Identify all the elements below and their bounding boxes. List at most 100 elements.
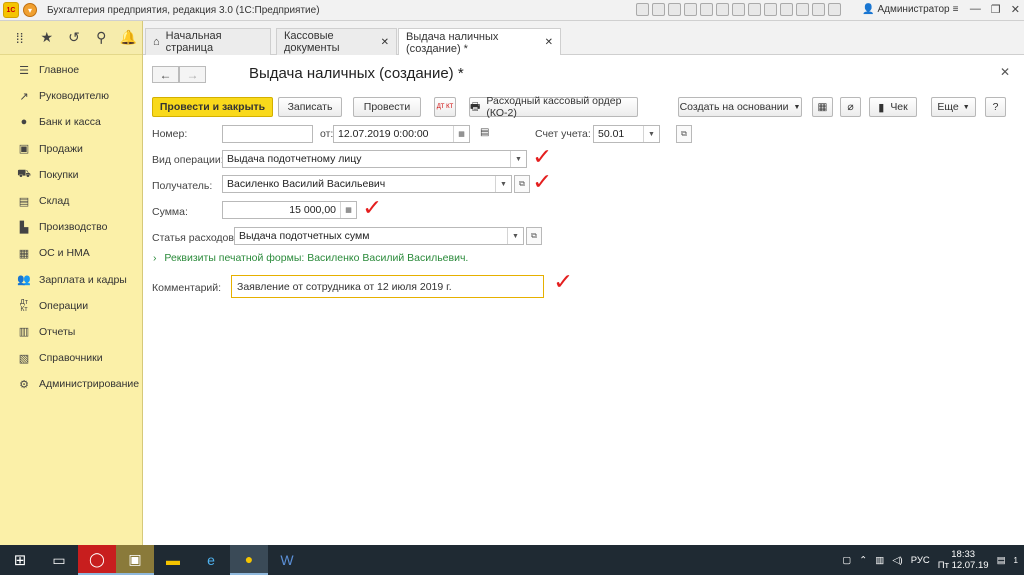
print-details-link[interactable]: › Реквизиты печатной формы: Василенко Ва…	[153, 252, 468, 264]
help-button[interactable]: ?	[985, 97, 1006, 117]
chevron-down-icon[interactable]: ▼	[510, 151, 526, 167]
bell-icon[interactable]: 🔔	[115, 29, 142, 46]
message-icon[interactable]: ▢	[842, 555, 851, 566]
post-and-close-button[interactable]: Провести и закрыть	[152, 97, 273, 117]
tool-icon-9[interactable]	[764, 3, 777, 16]
books-icon: ▧	[18, 352, 30, 365]
home-icon: ⌂	[153, 36, 160, 48]
chevron-down-icon[interactable]: ▼	[495, 176, 511, 192]
sidebar-item-catalogs[interactable]: ▧ Справочники	[0, 345, 142, 371]
sidebar-item-label: Главное	[39, 64, 80, 77]
sidebar-item-purchases[interactable]: ⛟ Покупки	[0, 162, 142, 188]
chevron-down-icon[interactable]: ▼	[643, 126, 659, 142]
operation-type-select[interactable]: Выдача подотчетному лицу ▼	[222, 150, 527, 168]
volume-icon[interactable]: ◁)	[892, 555, 902, 566]
sidebar-item-production[interactable]: ▙ Производство	[0, 214, 142, 240]
sidebar-item-main[interactable]: ☰ Главное	[0, 57, 142, 83]
comment-field[interactable]: Заявление от сотрудника от 12 июля 2019 …	[231, 275, 544, 298]
open-recipient-icon[interactable]: ⧉	[514, 175, 530, 193]
favorites-star-icon[interactable]: ★	[33, 29, 60, 46]
recipient-field[interactable]: Василенко Василий Васильевич ▼	[222, 175, 512, 193]
calendar-icon[interactable]: ▦	[453, 126, 469, 142]
sidebar-item-reports[interactable]: ▥ Отчеты	[0, 319, 142, 345]
account-field[interactable]: 50.01 ▼	[593, 125, 660, 143]
attachment-icon[interactable]: ⌀	[840, 97, 861, 117]
dt-kt-button[interactable]: ДТ КТ	[434, 97, 456, 117]
tool-icon-4[interactable]	[684, 3, 697, 16]
tool-icon-5[interactable]	[700, 3, 713, 16]
sidebar-item-warehouse[interactable]: ▤ Склад	[0, 188, 142, 214]
structure-icon[interactable]: ▦	[812, 97, 833, 117]
clock[interactable]: 18:33 Пт 12.07.19	[938, 549, 989, 571]
sidebar-item-assets[interactable]: ▦ ОС и НМА	[0, 240, 142, 266]
coin-icon: ●	[20, 116, 28, 129]
1c-app-icon[interactable]: ●	[230, 545, 268, 575]
close-icon[interactable]: ✕	[1011, 3, 1020, 16]
expense-item-field[interactable]: Выдача подотчетных сумм ▼	[234, 227, 524, 245]
task-view-icon[interactable]: ▭	[40, 545, 78, 575]
history-icon[interactable]: ↺	[60, 29, 87, 46]
internet-explorer-icon[interactable]: e	[192, 545, 230, 575]
save-button[interactable]: Записать	[278, 97, 342, 117]
back-arrow-icon[interactable]: ←	[152, 66, 179, 83]
number-field[interactable]	[222, 125, 313, 143]
open-expense-icon[interactable]: ⧉	[526, 227, 542, 245]
sidebar-item-label: Руководителю	[39, 90, 110, 103]
print-label: Расходный кассовый ордер (КО-2)	[486, 95, 622, 119]
sidebar-item-bank[interactable]: ● Банк и касса	[0, 109, 142, 135]
sidebar-item-admin[interactable]: ⚙ Администрирование	[0, 371, 142, 397]
chevron-right-icon: ›	[153, 252, 157, 264]
language-indicator[interactable]: РУС	[911, 555, 930, 566]
create-based-on-button[interactable]: Создать на основании ▼	[678, 97, 802, 117]
form-close-icon[interactable]: ✕	[1000, 65, 1010, 79]
notes-app-icon[interactable]: ▣	[116, 545, 154, 575]
notifications-icon[interactable]: ▤	[997, 555, 1006, 566]
tool-icon-2[interactable]	[652, 3, 665, 16]
tool-icon-3[interactable]	[668, 3, 681, 16]
file-explorer-icon[interactable]: ▬	[154, 545, 192, 575]
tool-icon-10[interactable]	[780, 3, 793, 16]
print-cash-order-button[interactable]: 🖶 Расходный кассовый ордер (КО-2)	[469, 95, 638, 119]
tool-icon-13[interactable]	[828, 3, 841, 16]
sum-field[interactable]: 15 000,00 ▦	[222, 201, 357, 219]
tool-icon-8[interactable]	[748, 3, 761, 16]
main-menu-button[interactable]: ▾	[23, 3, 37, 17]
info-icon[interactable]	[812, 3, 825, 16]
word-app-icon[interactable]: W	[268, 545, 306, 575]
forward-arrow-icon[interactable]: →	[179, 66, 206, 83]
box-icon: ▤	[18, 195, 30, 208]
calendar-icon[interactable]	[716, 3, 729, 16]
date-field[interactable]: 12.07.2019 0:00:00 ▦	[333, 125, 470, 143]
sidebar-item-label: ОС и НМА	[39, 247, 90, 260]
user-menu[interactable]: 👤 Администратор ≡	[862, 4, 958, 15]
windows-start-icon[interactable]: ⊞	[0, 545, 40, 575]
open-account-icon[interactable]: ⧉	[676, 125, 692, 143]
network-icon[interactable]: ▥	[875, 555, 884, 566]
tab-cash-documents[interactable]: Кассовые документы ✕	[276, 28, 397, 55]
search-icon[interactable]: ⚲	[88, 29, 115, 46]
tool-icon-1[interactable]	[636, 3, 649, 16]
tool-icon-11[interactable]	[796, 3, 809, 16]
tool-icon-7[interactable]	[732, 3, 745, 16]
tab-home[interactable]: ⌂ Начальная страница	[145, 28, 271, 55]
restore-icon[interactable]: ❐	[991, 3, 1001, 16]
sidebar-item-sales[interactable]: ▣ Продажи	[0, 136, 142, 162]
sidebar-item-manager[interactable]: ↗ Руководителю	[0, 83, 142, 109]
minimize-icon[interactable]: —	[970, 3, 981, 16]
chevron-down-icon: ▼	[962, 103, 970, 111]
more-button[interactable]: Еще ▼	[931, 97, 976, 117]
receipt-check-button[interactable]: ▮ Чек	[869, 97, 917, 117]
document-icon[interactable]: ▤	[480, 127, 489, 138]
post-button[interactable]: Провести	[353, 97, 421, 117]
tab-cash-issue[interactable]: Выдача наличных (создание) * ✕	[398, 28, 561, 56]
chevron-down-icon[interactable]: ▼	[507, 228, 523, 244]
sidebar-item-operations[interactable]: Дт Кт Операции	[0, 293, 142, 319]
tab-close-icon[interactable]: ✕	[381, 37, 389, 48]
print-details-text: Реквизиты печатной формы: Василенко Васи…	[164, 252, 469, 264]
apps-grid-icon[interactable]: ⁞⁞	[6, 30, 33, 46]
calculator-icon[interactable]: ▦	[340, 202, 356, 218]
chevron-up-icon[interactable]: ⌃	[859, 555, 867, 566]
opera-browser-icon[interactable]: ◯	[78, 545, 116, 575]
tab-close-icon[interactable]: ✕	[545, 37, 553, 48]
sidebar-item-salary[interactable]: 👥 Зарплата и кадры	[0, 267, 142, 293]
